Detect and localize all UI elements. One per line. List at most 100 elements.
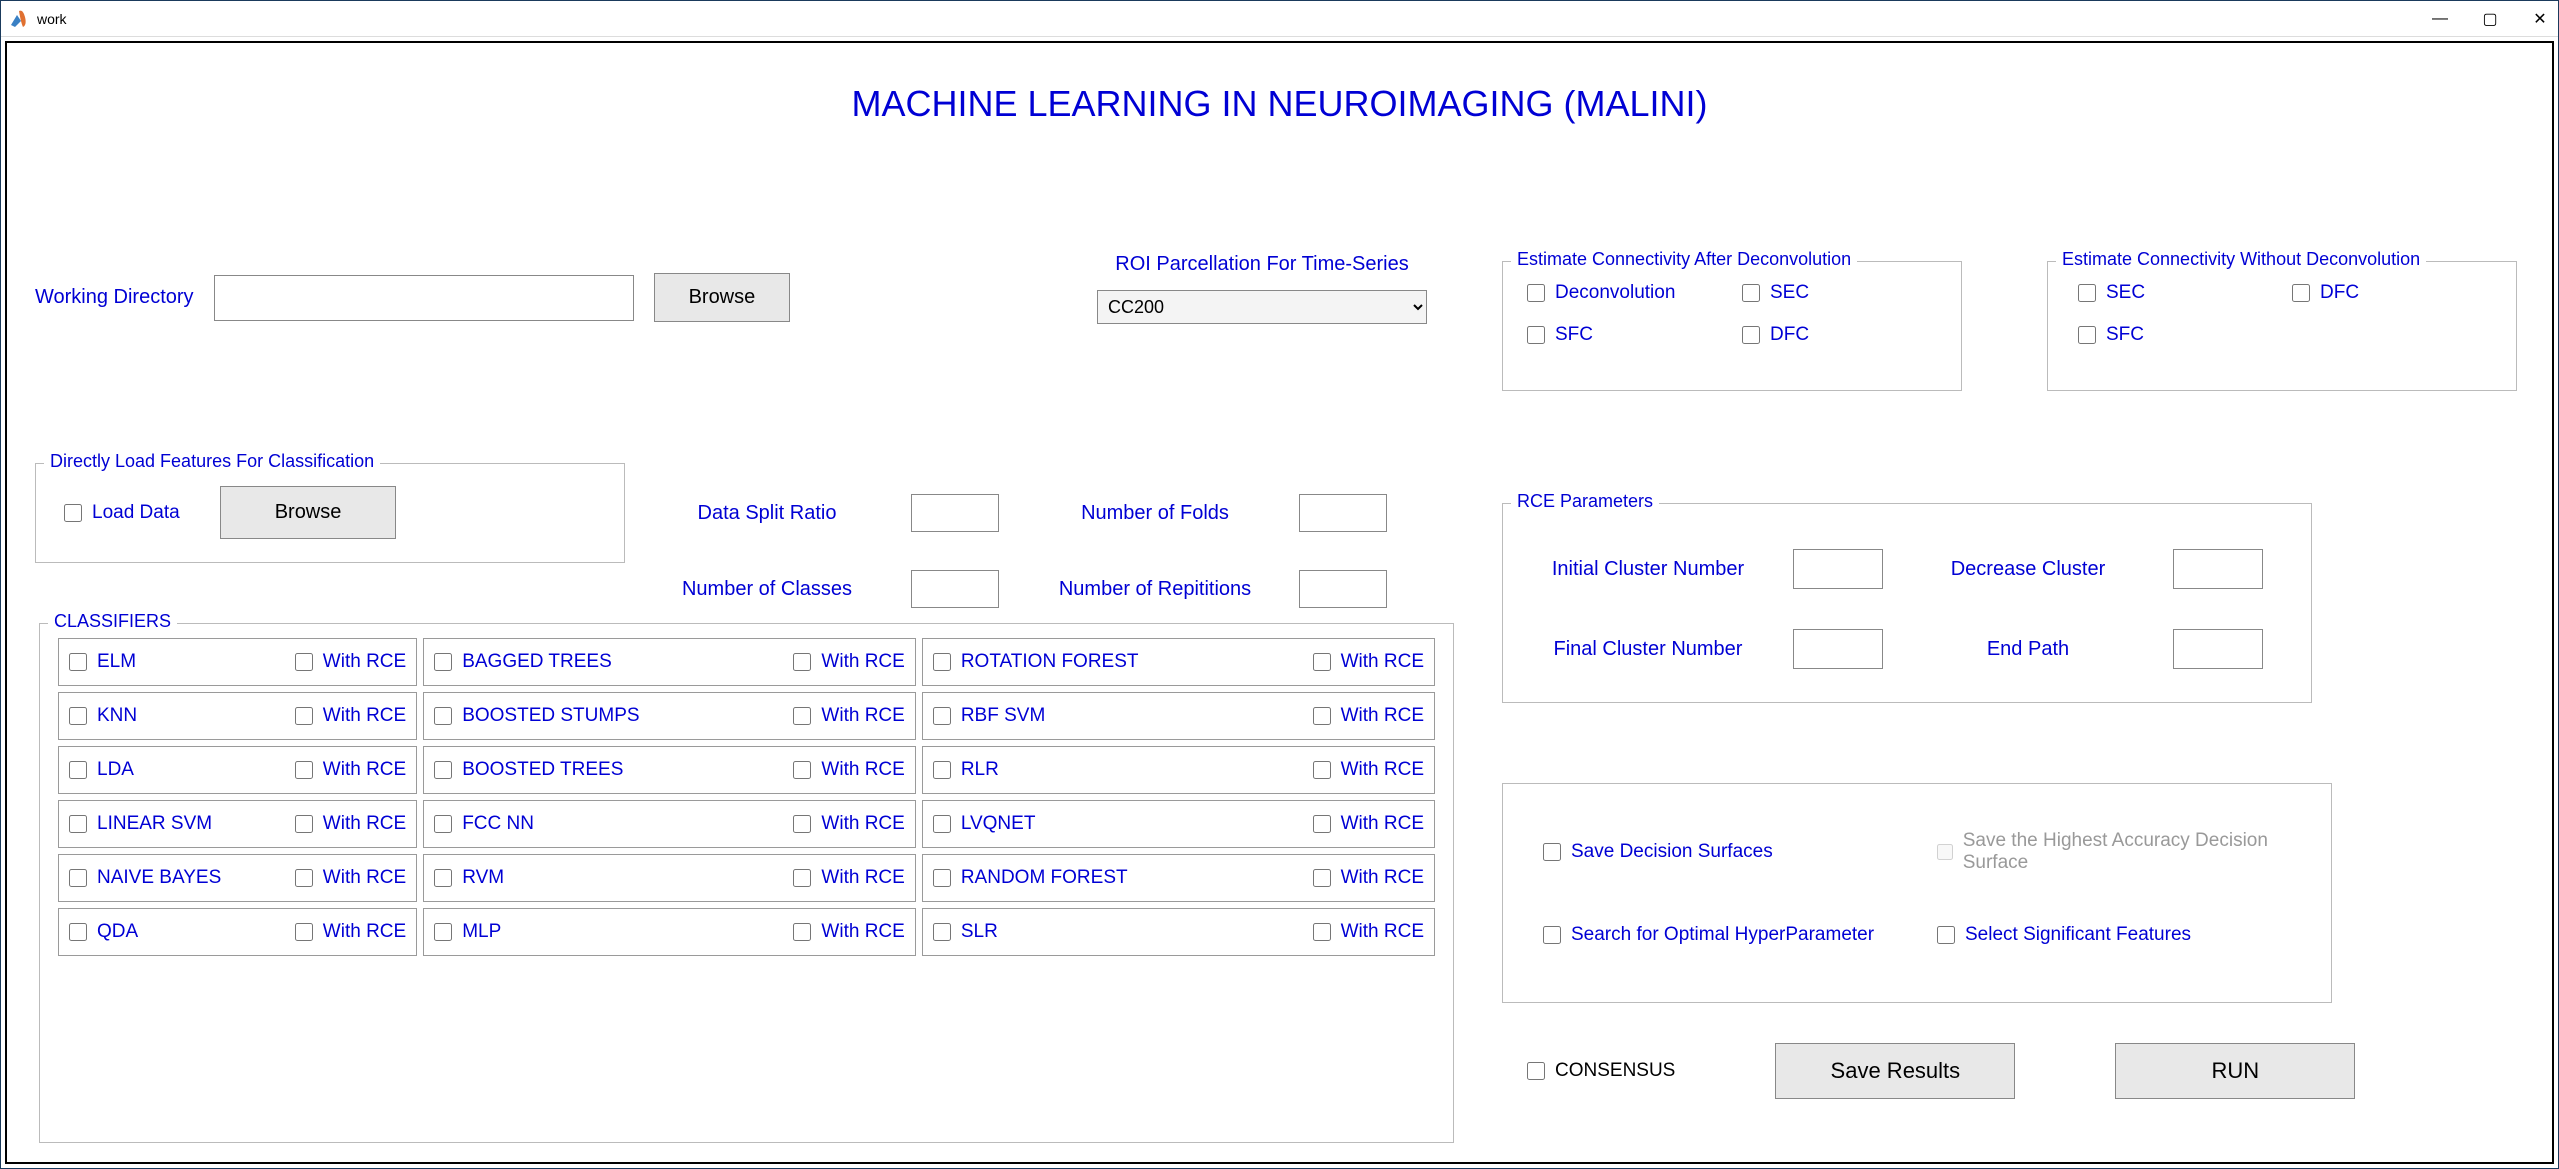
classifier-checkbox[interactable]: MLP: [434, 921, 501, 943]
classifier-checkbox[interactable]: LINEAR SVM: [69, 813, 212, 835]
final-cluster-label: Final Cluster Number: [1554, 638, 1743, 661]
dfc-without-checkbox[interactable]: DFC: [2292, 282, 2486, 304]
with-rce-checkbox[interactable]: With RCE: [793, 813, 904, 835]
matlab-icon: [9, 9, 29, 29]
num-folds-input[interactable]: [1299, 494, 1387, 532]
classifier-checkbox[interactable]: LDA: [69, 759, 134, 781]
classifier-cell: QDA With RCE: [58, 908, 417, 956]
final-cluster-input[interactable]: [1793, 629, 1883, 669]
load-data-checkbox[interactable]: Load Data: [64, 502, 180, 524]
with-rce-checkbox[interactable]: With RCE: [793, 651, 904, 673]
with-rce-checkbox[interactable]: With RCE: [1313, 705, 1424, 727]
with-rce-checkbox[interactable]: With RCE: [1313, 759, 1424, 781]
classifier-cell: LVQNET With RCE: [922, 800, 1435, 848]
classifier-cell: FCC NN With RCE: [423, 800, 916, 848]
classifier-checkbox[interactable]: SLR: [933, 921, 998, 943]
classifier-checkbox[interactable]: BOOSTED STUMPS: [434, 705, 639, 727]
classifier-cell: SLR With RCE: [922, 908, 1435, 956]
close-button[interactable]: ✕: [2530, 9, 2550, 29]
split-ratio-label: Data Split Ratio: [647, 502, 887, 525]
conn-without-legend: Estimate Connectivity Without Deconvolut…: [2056, 249, 2426, 270]
browse-load-button[interactable]: Browse: [220, 486, 397, 539]
classifier-checkbox[interactable]: LVQNET: [933, 813, 1036, 835]
classifier-cell: KNN With RCE: [58, 692, 417, 740]
app-window: work — ▢ ✕ MACHINE LEARNING IN NEUROIMAG…: [0, 0, 2559, 1169]
sec-without-checkbox[interactable]: SEC: [2078, 282, 2272, 304]
save-results-button[interactable]: Save Results: [1775, 1043, 2015, 1099]
classifier-cell: RBF SVM With RCE: [922, 692, 1435, 740]
load-features-legend: Directly Load Features For Classificatio…: [44, 451, 380, 472]
classifier-cell: RVM With RCE: [423, 854, 916, 902]
end-path-input[interactable]: [2173, 629, 2263, 669]
run-button[interactable]: RUN: [2115, 1043, 2355, 1099]
conn-without-fieldset: Estimate Connectivity Without Deconvolut…: [2047, 261, 2517, 391]
num-classes-label: Number of Classes: [647, 578, 887, 601]
with-rce-checkbox[interactable]: With RCE: [1313, 867, 1424, 889]
classifier-cell: BOOSTED STUMPS With RCE: [423, 692, 916, 740]
with-rce-checkbox[interactable]: With RCE: [295, 813, 406, 835]
decrease-cluster-label: Decrease Cluster: [1951, 558, 2106, 581]
num-classes-input[interactable]: [911, 570, 999, 608]
window-title: work: [37, 11, 2430, 27]
content-area: MACHINE LEARNING IN NEUROIMAGING (MALINI…: [5, 41, 2554, 1164]
classifiers-table: ELMWith RCEBAGGED TREESWith RCEROTATION …: [40, 624, 1453, 974]
with-rce-checkbox[interactable]: With RCE: [295, 705, 406, 727]
classifier-checkbox[interactable]: BAGGED TREES: [434, 651, 612, 673]
with-rce-checkbox[interactable]: With RCE: [1313, 813, 1424, 835]
with-rce-checkbox[interactable]: With RCE: [1313, 921, 1424, 943]
initial-cluster-input[interactable]: [1793, 549, 1883, 589]
with-rce-checkbox[interactable]: With RCE: [295, 867, 406, 889]
classifier-checkbox[interactable]: BOOSTED TREES: [434, 759, 623, 781]
conn-after-legend: Estimate Connectivity After Deconvolutio…: [1511, 249, 1857, 270]
roi-select[interactable]: CC200: [1097, 290, 1427, 324]
num-reps-input[interactable]: [1299, 570, 1387, 608]
classifier-checkbox[interactable]: RBF SVM: [933, 705, 1045, 727]
window-controls: — ▢ ✕: [2430, 9, 2550, 29]
roi-block: ROI Parcellation For Time-Series CC200: [1097, 253, 1427, 324]
classifier-checkbox[interactable]: RVM: [434, 867, 504, 889]
classifier-checkbox[interactable]: QDA: [69, 921, 138, 943]
decrease-cluster-input[interactable]: [2173, 549, 2263, 589]
load-features-fieldset: Directly Load Features For Classificatio…: [35, 463, 625, 563]
classifier-checkbox[interactable]: FCC NN: [434, 813, 534, 835]
classifier-checkbox[interactable]: ELM: [69, 651, 136, 673]
sec-after-checkbox[interactable]: SEC: [1742, 282, 1937, 304]
with-rce-checkbox[interactable]: With RCE: [1313, 651, 1424, 673]
save-surfaces-checkbox[interactable]: Save Decision Surfaces: [1543, 830, 1897, 874]
with-rce-checkbox[interactable]: With RCE: [793, 759, 904, 781]
search-hyperparam-checkbox[interactable]: Search for Optimal HyperParameter: [1543, 924, 1897, 946]
deconvolution-checkbox[interactable]: Deconvolution: [1527, 282, 1722, 304]
classifier-cell: ROTATION FOREST With RCE: [922, 638, 1435, 686]
end-path-label: End Path: [1987, 638, 2069, 661]
classifier-checkbox[interactable]: ROTATION FOREST: [933, 651, 1139, 673]
consensus-checkbox[interactable]: CONSENSUS: [1527, 1060, 1675, 1082]
browse-wd-button[interactable]: Browse: [654, 273, 791, 322]
classifier-cell: LDA With RCE: [58, 746, 417, 794]
rce-fieldset: RCE Parameters Initial Cluster Number De…: [1502, 503, 2312, 703]
dfc-after-checkbox[interactable]: DFC: [1742, 324, 1937, 346]
classifier-checkbox[interactable]: RLR: [933, 759, 999, 781]
select-sig-features-checkbox[interactable]: Select Significant Features: [1937, 924, 2291, 946]
classifier-checkbox[interactable]: NAIVE BAYES: [69, 867, 221, 889]
with-rce-checkbox[interactable]: With RCE: [295, 759, 406, 781]
titlebar: work — ▢ ✕: [1, 1, 2558, 37]
num-folds-label: Number of Folds: [1035, 502, 1275, 525]
classifier-checkbox[interactable]: RANDOM FOREST: [933, 867, 1128, 889]
save-highest-checkbox: Save the Highest Accuracy Decision Surfa…: [1937, 830, 2291, 874]
with-rce-checkbox[interactable]: With RCE: [793, 705, 904, 727]
options-panel: Save Decision Surfaces Save the Highest …: [1502, 783, 2332, 1003]
with-rce-checkbox[interactable]: With RCE: [295, 921, 406, 943]
classifier-cell: RLR With RCE: [922, 746, 1435, 794]
with-rce-checkbox[interactable]: With RCE: [793, 921, 904, 943]
with-rce-checkbox[interactable]: With RCE: [793, 867, 904, 889]
maximize-button[interactable]: ▢: [2480, 9, 2500, 29]
minimize-button[interactable]: —: [2430, 9, 2450, 29]
with-rce-checkbox[interactable]: With RCE: [295, 651, 406, 673]
split-ratio-input[interactable]: [911, 494, 999, 532]
classifier-checkbox[interactable]: KNN: [69, 705, 137, 727]
classifiers-legend: CLASSIFIERS: [48, 611, 177, 632]
sfc-after-checkbox[interactable]: SFC: [1527, 324, 1722, 346]
working-directory-label: Working Directory: [35, 286, 194, 309]
sfc-without-checkbox[interactable]: SFC: [2078, 324, 2272, 346]
working-directory-input[interactable]: [214, 275, 634, 321]
